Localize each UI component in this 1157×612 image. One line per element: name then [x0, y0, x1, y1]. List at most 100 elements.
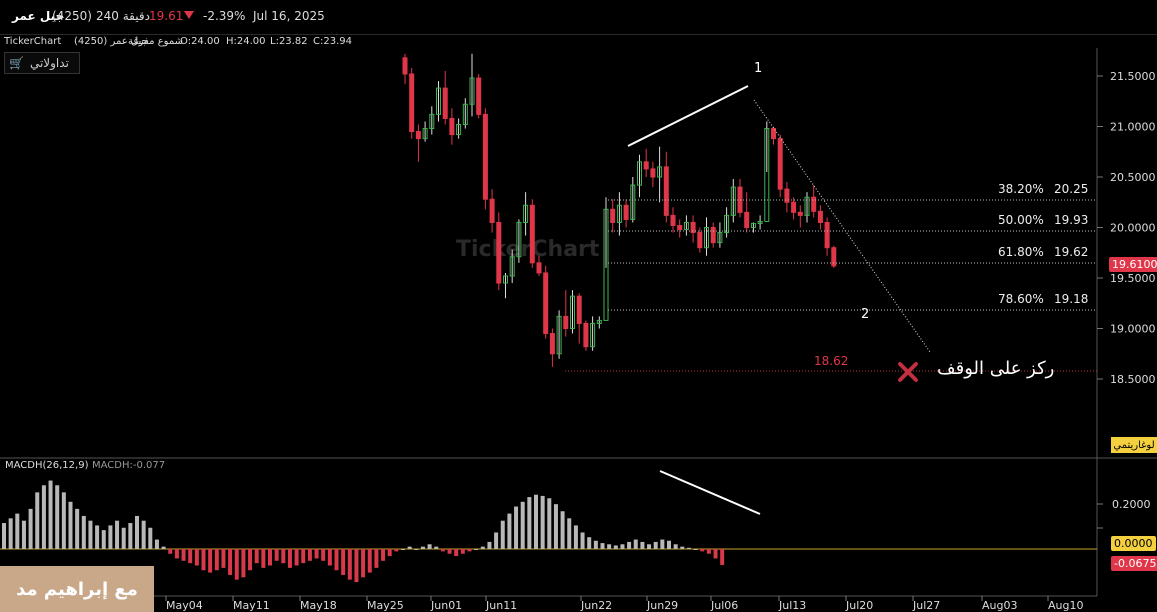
macd-histogram-bar [680, 546, 685, 549]
macd-histogram-bar [2, 523, 6, 549]
candle-body [777, 138, 783, 190]
macd-histogram-bar [367, 549, 372, 573]
macd-histogram-bar [653, 541, 658, 549]
macd-histogram-bar [261, 549, 266, 568]
candle-body [576, 295, 582, 324]
macd-histogram-bar [281, 549, 286, 564]
fib-percent-label: 61.80% [998, 245, 1044, 259]
macd-histogram-bar [487, 541, 492, 549]
candle-body [697, 232, 703, 249]
time-tick-label: Jul27 [912, 599, 940, 612]
macd-histogram-bar [194, 549, 199, 566]
macd-histogram-bar [101, 530, 106, 549]
macd-histogram-bar [221, 549, 226, 568]
author-watermark: مع إبراهيم مد [0, 566, 154, 612]
candle-body [744, 211, 750, 229]
macd-histogram-bar [500, 520, 505, 549]
macd-histogram-bar [48, 480, 53, 549]
fib-percent-label: 78.60% [998, 292, 1044, 306]
wave1-label: 1 [754, 61, 762, 76]
candle-body [670, 214, 676, 226]
macd-histogram-bar [55, 485, 60, 549]
macd-histogram-bar [314, 549, 319, 559]
macd-histogram-bar [394, 549, 399, 552]
candle-body [583, 322, 589, 348]
macd-histogram-bar [527, 497, 532, 549]
macd-histogram-bar [440, 549, 445, 552]
candle-body [449, 117, 455, 136]
macd-histogram-bar [660, 539, 665, 549]
macd-histogram-bar [128, 523, 133, 549]
price-tick-label: 21.5000 [1110, 70, 1156, 83]
log-scale-toggle[interactable]: لوغاريتمي [1111, 437, 1157, 453]
macd-histogram-bar [514, 506, 519, 549]
stop-value-label: 18.62 [814, 354, 848, 368]
price-tick-label: 19.0000 [1110, 323, 1156, 336]
macd-histogram-bar [407, 546, 412, 549]
candle-body [563, 315, 569, 330]
macd-histogram-bar [447, 549, 452, 554]
price-tick-label: 20.5000 [1110, 171, 1156, 184]
price-tick-label: 18.5000 [1110, 373, 1156, 386]
candle-body [529, 204, 535, 264]
macd-histogram-bar [248, 549, 253, 571]
macd-histogram-bar [401, 549, 405, 550]
macd-histogram-bar [154, 539, 159, 549]
chart-logo-watermark: TickerChart [456, 237, 600, 262]
macd-histogram-bar [8, 518, 13, 549]
macd-current-badge: -0.0675 [1111, 556, 1157, 571]
macd-histogram-bar [667, 540, 671, 549]
candle-body [415, 131, 421, 140]
macd-histogram-bar [327, 549, 332, 566]
candle-body [442, 87, 448, 119]
time-tick-label: Aug10 [1048, 599, 1083, 612]
macd-histogram-bar [241, 549, 246, 578]
macd-histogram-bar [547, 498, 552, 549]
candle-body [496, 221, 502, 284]
fib-percent-label: 38.20% [998, 182, 1044, 196]
macd-histogram-bar [81, 515, 86, 549]
current-price-badge: 19.6100 [1109, 257, 1157, 272]
time-tick-label: May18 [300, 599, 337, 612]
macd-histogram-bar [141, 520, 146, 549]
time-tick-label: May04 [166, 599, 203, 612]
macd-histogram-bar [274, 549, 279, 561]
macd-histogram-bar [15, 513, 20, 549]
macd-histogram-bar [21, 520, 26, 549]
macd-histogram-bar [374, 549, 379, 568]
macd-histogram-bar [673, 544, 678, 549]
candle-body [536, 262, 542, 274]
macd-histogram-bar [294, 549, 299, 566]
stop-x-icon [898, 362, 918, 382]
macd-histogram-bar [414, 549, 419, 550]
macd-histogram-bar [41, 485, 46, 549]
candle-body [482, 113, 488, 200]
candle-body [549, 333, 555, 355]
candle-body [650, 168, 656, 178]
fib-value-label: 19.62 [1054, 245, 1088, 259]
macd-histogram-bar [301, 549, 306, 564]
macd-histogram-bar [234, 549, 239, 580]
macd-histogram-bar [420, 546, 425, 549]
macd-histogram-bar [121, 527, 126, 549]
price-tick-label: 20.0000 [1110, 222, 1156, 235]
candle-body [623, 204, 629, 220]
candle-body [610, 208, 616, 223]
macd-histogram-bar [573, 525, 578, 549]
chart-canvas[interactable]: TickerChart21.500021.000020.500020.00001… [0, 0, 1157, 612]
macd-value-label: MACDH:-0.077 [92, 460, 165, 471]
macd-histogram-bar [174, 549, 179, 559]
macd-divergence-line [659, 470, 761, 515]
candle-body [824, 221, 830, 249]
macd-histogram-bar [161, 546, 166, 549]
candle-body [817, 210, 823, 223]
macd-histogram-bar [361, 549, 366, 578]
macd-histogram-bar [228, 549, 233, 575]
macd-histogram-bar [607, 544, 612, 549]
time-tick-label: Jul20 [845, 599, 873, 612]
macd-histogram-bar [168, 549, 173, 554]
candle-body [797, 211, 803, 216]
macd-histogram-bar [686, 547, 691, 549]
macd-histogram-bar [254, 549, 259, 564]
candle-body [677, 224, 683, 231]
